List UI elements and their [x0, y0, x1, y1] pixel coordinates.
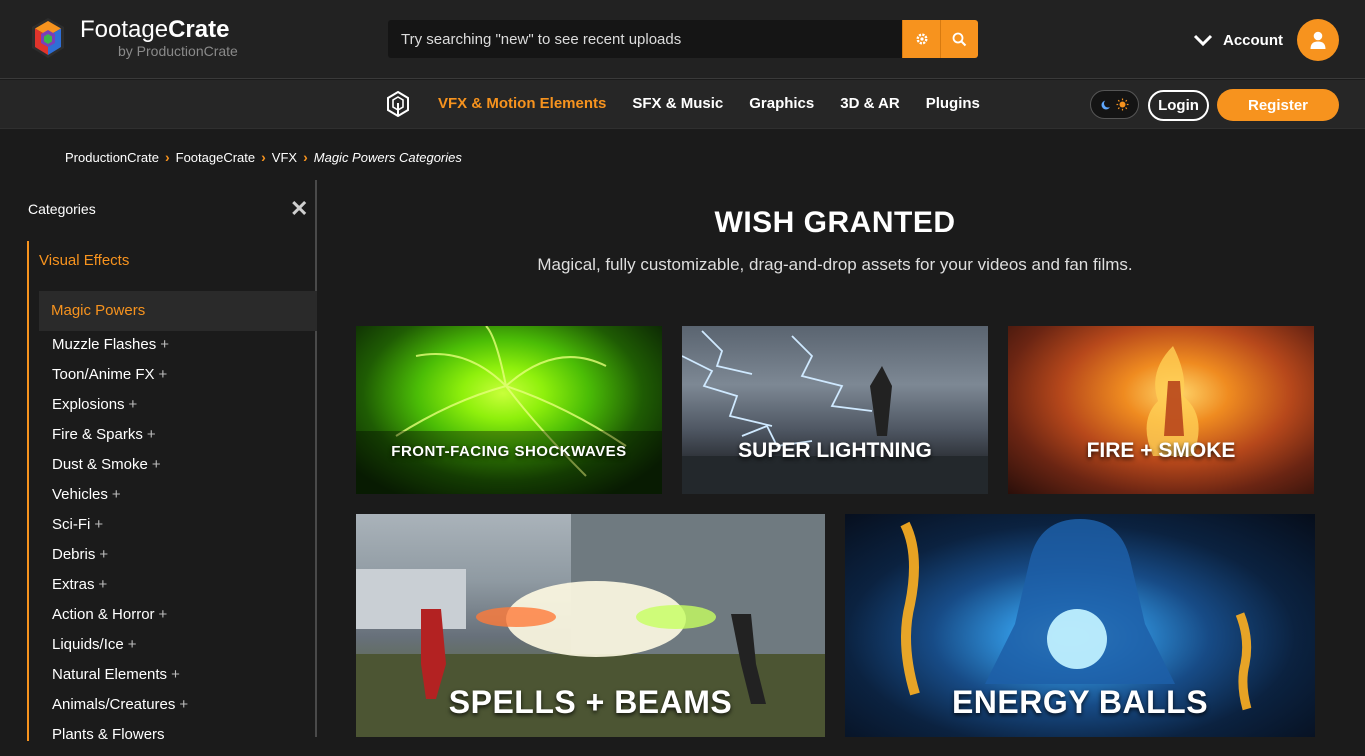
avatar[interactable] [1297, 19, 1339, 61]
nav-vfx-motion[interactable]: VFX & Motion Elements [438, 95, 606, 112]
brand-name: FootageCrate [80, 16, 230, 43]
category-item[interactable]: Liquids/Ice + [52, 636, 188, 666]
category-item[interactable]: Extras + [52, 576, 188, 606]
category-visual-effects[interactable]: Visual Effects [39, 252, 129, 269]
gear-icon [915, 33, 928, 45]
category-magic-powers[interactable]: Magic Powers [39, 291, 317, 331]
login-button[interactable]: Login [1148, 90, 1209, 121]
expand-plus-icon[interactable]: + [94, 516, 103, 533]
category-item[interactable]: Action & Horror + [52, 606, 188, 636]
expand-plus-icon[interactable]: + [129, 396, 138, 413]
card-label: SPELLS + BEAMS [448, 684, 733, 720]
category-list: Muzzle Flashes + Toon/Anime FX + Explosion… [52, 336, 188, 756]
category-card-lightning[interactable]: SUPER LIGHTNING [682, 326, 988, 494]
card-label: SUPER LIGHTNING [738, 439, 932, 462]
category-item[interactable]: Muzzle Flashes + [52, 336, 188, 366]
expand-plus-icon[interactable]: + [179, 696, 188, 713]
category-item[interactable]: Debris + [52, 546, 188, 576]
nav-sfx-music[interactable]: SFX & Music [632, 95, 723, 112]
top-header: FootageCrate by ProductionCrate Account [0, 0, 1365, 79]
breadcrumb-chevron-icon: › [261, 149, 266, 165]
category-tree: Visual Effects Magic Powers Muzzle Flash… [27, 241, 317, 743]
expand-plus-icon[interactable]: + [147, 426, 156, 443]
breadcrumb-vfx[interactable]: VFX [272, 150, 297, 165]
category-item[interactable]: Explosions + [52, 396, 188, 426]
nav-plugins[interactable]: Plugins [926, 95, 980, 112]
nav-graphics[interactable]: Graphics [749, 95, 814, 112]
theme-toggle[interactable] [1090, 90, 1139, 119]
search-icon [952, 32, 967, 46]
categories-title: Categories [28, 201, 96, 217]
category-card-fire-smoke[interactable]: FIRE + SMOKE [1008, 326, 1314, 494]
category-item[interactable]: Fire & Sparks + [52, 426, 188, 456]
breadcrumb-current: Magic Powers Categories [313, 149, 462, 165]
categories-sidebar: Categories ✕ Visual Effects Magic Powers… [0, 180, 317, 743]
category-item[interactable]: Natural Elements + [52, 666, 188, 696]
lightning-thumbnail [682, 330, 988, 494]
search-input[interactable] [388, 20, 902, 58]
register-button[interactable]: Register [1217, 89, 1339, 121]
card-label: ENERGY BALLS [951, 684, 1209, 720]
expand-plus-icon[interactable]: + [128, 636, 137, 653]
card-label: FIRE + SMOKE [1086, 439, 1236, 462]
chevron-down-icon [1193, 34, 1213, 47]
breadcrumb-chevron-icon: › [164, 149, 170, 165]
shockwave-thumbnail [356, 326, 662, 494]
page-title: WISH GRANTED [714, 206, 956, 239]
nav-3d-ar[interactable]: 3D & AR [840, 95, 899, 112]
category-card-energy-balls[interactable]: ENERGY BALLS [845, 514, 1315, 737]
fire-thumbnail [1146, 346, 1199, 456]
breadcrumb-chevron-icon: › [303, 149, 308, 165]
card-label: FRONT-FACING SHOCKWAVES [391, 443, 627, 460]
sun-icon [1116, 98, 1129, 111]
breadcrumb-productioncrate[interactable]: ProductionCrate [65, 150, 159, 165]
expand-plus-icon[interactable]: + [99, 546, 108, 563]
category-item[interactable]: Sci-Fi + [52, 516, 188, 546]
category-item[interactable]: Plants & Flowers [52, 726, 188, 756]
logo-cube-icon [32, 18, 64, 58]
footagecrate-logo[interactable]: FootageCrate by ProductionCrate [30, 17, 238, 59]
category-item[interactable]: Dust & Smoke + [52, 456, 188, 486]
brand-subtitle: by ProductionCrate [118, 43, 238, 59]
expand-plus-icon[interactable]: + [152, 456, 161, 473]
search-bar [388, 20, 978, 58]
user-icon [1310, 31, 1326, 49]
category-card-spells-beams[interactable]: SPELLS + BEAMS [356, 514, 825, 737]
close-icon[interactable]: ✕ [290, 196, 308, 222]
account-label: Account [1223, 31, 1283, 49]
account-menu[interactable]: Account [1193, 19, 1339, 61]
search-settings-button[interactable] [902, 20, 940, 58]
breadcrumb: ProductionCrate › FootageCrate › VFX › M… [65, 149, 462, 165]
expand-plus-icon[interactable]: + [160, 336, 169, 353]
main-nav: VFX & Motion Elements SFX & Music Graphi… [0, 80, 1365, 129]
productioncrate-icon[interactable] [387, 91, 409, 117]
moon-icon [1101, 99, 1112, 109]
breadcrumb-footagecrate[interactable]: FootageCrate [176, 150, 256, 165]
page-subtitle: Magical, fully customizable, drag-and-dr… [537, 255, 1133, 274]
search-button[interactable] [940, 20, 978, 58]
category-card-shockwaves[interactable]: FRONT-FACING SHOCKWAVES [356, 326, 662, 494]
category-item[interactable]: Animals/Creatures + [52, 696, 188, 726]
expand-plus-icon[interactable]: + [159, 606, 168, 623]
category-item[interactable]: Vehicles + [52, 486, 188, 516]
category-item[interactable]: Toon/Anime FX + [52, 366, 188, 396]
expand-plus-icon[interactable]: + [112, 486, 121, 503]
expand-plus-icon[interactable]: + [99, 576, 108, 593]
expand-plus-icon[interactable]: + [171, 666, 180, 683]
expand-plus-icon[interactable]: + [159, 366, 168, 383]
